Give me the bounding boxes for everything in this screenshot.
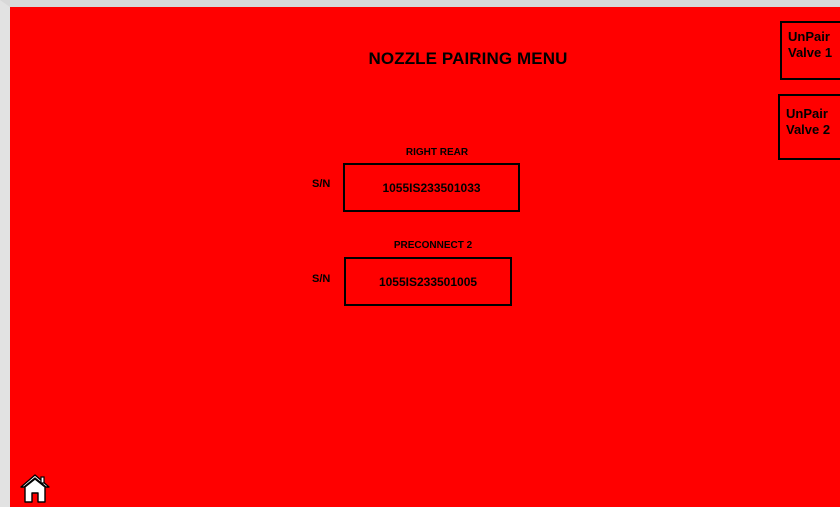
nozzle-1-sn-label: S/N [312,178,331,190]
unpair-valve-2-line2: Valve 2 [786,122,831,137]
unpair-valve-1-line2: Valve 1 [788,45,833,60]
page-title: NOZZLE PAIRING MENU [368,49,568,68]
unpair-valve-2-button[interactable]: UnPair Valve 2 [778,94,840,160]
nozzle-1-serial-field[interactable]: 1055IS233501033 [343,163,520,212]
pairing-screen: NOZZLE PAIRING MENU UnPair Valve 1 UnPai… [0,0,840,507]
unpair-valve-1-line1: UnPair [788,29,830,44]
nozzle-1-serial: 1055IS233501033 [382,180,481,195]
home-icon [20,474,50,503]
nozzle-2-name: PRECONNECT 2 [393,240,473,251]
nozzle-1-name: RIGHT REAR [405,147,469,158]
unpair-valve-1-button[interactable]: UnPair Valve 1 [780,21,840,80]
home-button[interactable] [20,473,50,503]
nozzle-2-serial-field[interactable]: 1055IS233501005 [344,257,512,306]
nozzle-2-serial: 1055IS233501005 [378,274,478,289]
nozzle-2-sn-label: S/N [312,273,331,285]
unpair-valve-2-line1: UnPair [786,106,828,121]
